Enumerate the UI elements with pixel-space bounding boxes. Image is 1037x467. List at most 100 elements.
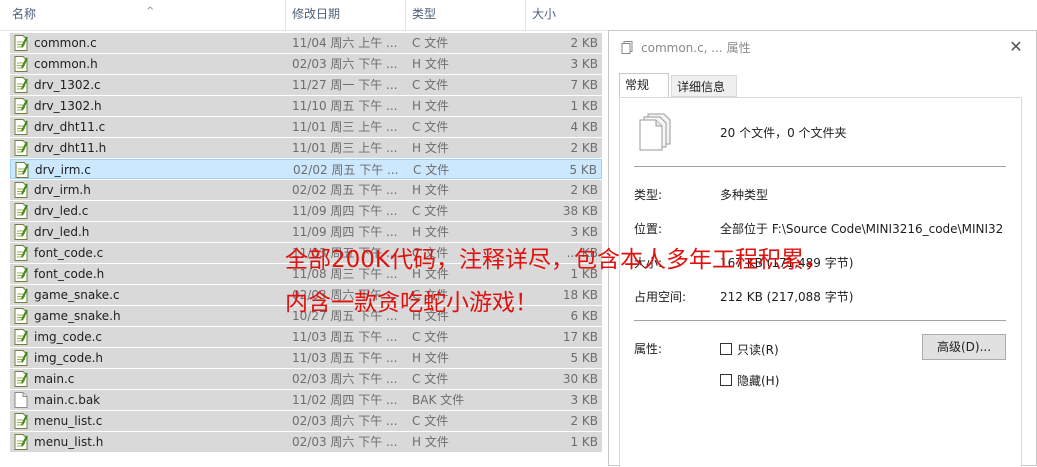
file-row[interactable]: drv_irm.c 02/02 周五 下午 ... C 文件 5 KB xyxy=(10,159,602,179)
file-type: H 文件 xyxy=(412,183,449,197)
file-date: 02/03 周六 下午 ... xyxy=(292,435,398,449)
file-date: 11/27 周一 下午 ... xyxy=(292,78,398,92)
source-file-icon xyxy=(14,350,28,366)
disk-size-value: 212 KB (217,088 字节) xyxy=(720,290,854,304)
tab-details[interactable]: 详细信息 xyxy=(671,75,737,97)
file-type: H 文件 xyxy=(412,141,449,155)
column-type-label: 类型 xyxy=(412,7,437,21)
file-date: 11/04 周六 上午 ... xyxy=(292,36,398,50)
file-row[interactable]: common.h 02/03 周六 下午 ... H 文件 3 KB xyxy=(10,54,602,74)
column-size[interactable]: 大小 xyxy=(526,0,606,30)
type-label: 类型: xyxy=(634,188,663,202)
file-row[interactable]: drv_dht11.h 11/01 周三 上午 ... H 文件 2 KB xyxy=(10,138,602,158)
column-date-label: 修改日期 xyxy=(292,7,341,21)
source-file-icon xyxy=(14,287,28,303)
file-date: 02/03 周六 下午 ... xyxy=(292,57,398,71)
file-size: 5 KB xyxy=(570,351,598,365)
source-file-icon xyxy=(14,329,28,345)
divider xyxy=(634,166,1006,167)
file-row[interactable]: menu_list.c 02/03 周六 下午 ... C 文件 2 KB xyxy=(10,411,602,431)
file-row[interactable]: main.c 02/03 周六 下午 ... C 文件 30 KB xyxy=(10,369,602,389)
hidden-label[interactable]: 隐藏(H) xyxy=(737,372,779,389)
disk-size-label: 占用空间: xyxy=(634,290,687,304)
file-name: common.h xyxy=(34,57,98,71)
readonly-label[interactable]: 只读(R) xyxy=(737,341,779,358)
file-size: 1 KB xyxy=(570,435,598,449)
source-file-icon xyxy=(14,182,28,198)
file-name: drv_irm.c xyxy=(35,163,91,177)
file-row[interactable]: img_code.c 11/03 周五 下午 ... C 文件 17 KB xyxy=(10,327,602,347)
file-date: 11/02 周四 下午 ... xyxy=(292,393,398,407)
file-name: drv_led.c xyxy=(34,204,89,218)
file-size: 3 KB xyxy=(570,57,598,71)
source-file-icon xyxy=(14,371,28,387)
hidden-checkbox[interactable] xyxy=(720,374,732,386)
file-name: game_snake.c xyxy=(34,288,120,302)
file-row[interactable]: drv_1302.c 11/27 周一 下午 ... C 文件 7 KB xyxy=(10,75,602,95)
file-row[interactable]: drv_irm.h 02/02 周五 下午 ... H 文件 2 KB xyxy=(10,180,602,200)
location-label: 位置: xyxy=(634,222,663,236)
source-file-icon xyxy=(14,413,28,429)
source-file-icon xyxy=(14,140,28,156)
file-size: 30 KB xyxy=(562,372,598,386)
file-name: drv_led.h xyxy=(34,225,90,239)
file-row[interactable]: main.c.bak 11/02 周四 下午 ... BAK 文件 3 KB xyxy=(10,390,602,410)
source-file-icon xyxy=(14,434,28,450)
column-date[interactable]: 修改日期 xyxy=(286,0,406,30)
file-row[interactable]: menu_list.h 02/03 周六 下午 ... H 文件 1 KB xyxy=(10,432,602,452)
file-name: img_code.h xyxy=(34,351,103,365)
source-file-icon xyxy=(14,245,28,261)
file-date: 11/10 周五 下午 ... xyxy=(292,99,398,113)
file-date: 02/03 周六 下午 ... xyxy=(292,414,398,428)
file-date: 02/03 周六 下午 ... xyxy=(292,372,398,386)
file-type: C 文件 xyxy=(412,372,449,386)
tab-general[interactable]: 常规 xyxy=(619,73,669,98)
file-type: BAK 文件 xyxy=(412,393,465,407)
dialog-titlebar[interactable]: common.c, ... 属性 ✕ xyxy=(609,31,1036,65)
column-type[interactable]: 类型 xyxy=(406,0,526,30)
file-row[interactable]: drv_dht11.c 11/01 周三 上午 ... C 文件 4 KB xyxy=(10,117,602,137)
file-size: 38 KB xyxy=(562,204,598,218)
file-row[interactable]: drv_led.c 11/09 周四 下午 ... C 文件 38 KB xyxy=(10,201,602,221)
file-date: 11/01 周三 上午 ... xyxy=(292,141,398,155)
blank-file-icon xyxy=(14,392,28,408)
file-type: C 文件 xyxy=(412,78,449,92)
file-size: 1 KB xyxy=(570,99,598,113)
advanced-button[interactable]: 高级(D)... xyxy=(922,334,1006,360)
file-type: C 文件 xyxy=(412,204,449,218)
file-size: 3 KB xyxy=(570,225,598,239)
multiple-files-icon xyxy=(639,113,671,151)
file-name: main.c.bak xyxy=(34,393,101,407)
file-name: drv_dht11.c xyxy=(34,120,106,134)
file-size: 18 KB xyxy=(562,288,598,302)
file-date: 11/09 周四 下午 ... xyxy=(292,225,398,239)
file-row[interactable]: img_code.h 11/03 周五 下午 ... H 文件 5 KB xyxy=(10,348,602,368)
source-file-icon xyxy=(14,35,28,51)
file-size: 2 KB xyxy=(570,414,598,428)
location-value[interactable]: 全部位于 F:\Source Code\MINI3216_code\MINI32 xyxy=(720,220,1015,237)
file-row[interactable]: drv_1302.h 11/10 周五 下午 ... H 文件 1 KB xyxy=(10,96,602,116)
close-icon[interactable]: ✕ xyxy=(1006,37,1026,57)
column-name-label: 名称 xyxy=(12,7,37,21)
file-size: 2 KB xyxy=(570,141,598,155)
file-name: common.c xyxy=(34,36,97,50)
file-size: 4 KB xyxy=(570,120,598,134)
file-size: 2 KB xyxy=(570,183,598,197)
source-file-icon xyxy=(14,119,28,135)
readonly-checkbox[interactable] xyxy=(720,343,732,355)
file-row[interactable]: common.c 11/04 周六 上午 ... C 文件 2 KB xyxy=(10,33,602,53)
file-date: 11/03 周五 下午 ... xyxy=(292,351,398,365)
file-name: menu_list.c xyxy=(34,414,103,428)
file-name: drv_dht11.h xyxy=(34,141,107,155)
file-size: 3 KB xyxy=(570,393,598,407)
file-name: font_code.c xyxy=(34,246,104,260)
source-file-icon xyxy=(14,77,28,93)
attributes-label: 属性: xyxy=(634,342,663,356)
source-file-icon xyxy=(14,224,28,240)
column-name[interactable]: 名称 ^ xyxy=(6,0,286,30)
file-row[interactable]: drv_led.h 11/09 周四 下午 ... H 文件 3 KB xyxy=(10,222,602,242)
file-type: C 文件 xyxy=(412,414,449,428)
file-size: 7 KB xyxy=(570,78,598,92)
file-name: game_snake.h xyxy=(34,309,121,323)
dialog-title: common.c, ... 属性 xyxy=(641,41,751,55)
